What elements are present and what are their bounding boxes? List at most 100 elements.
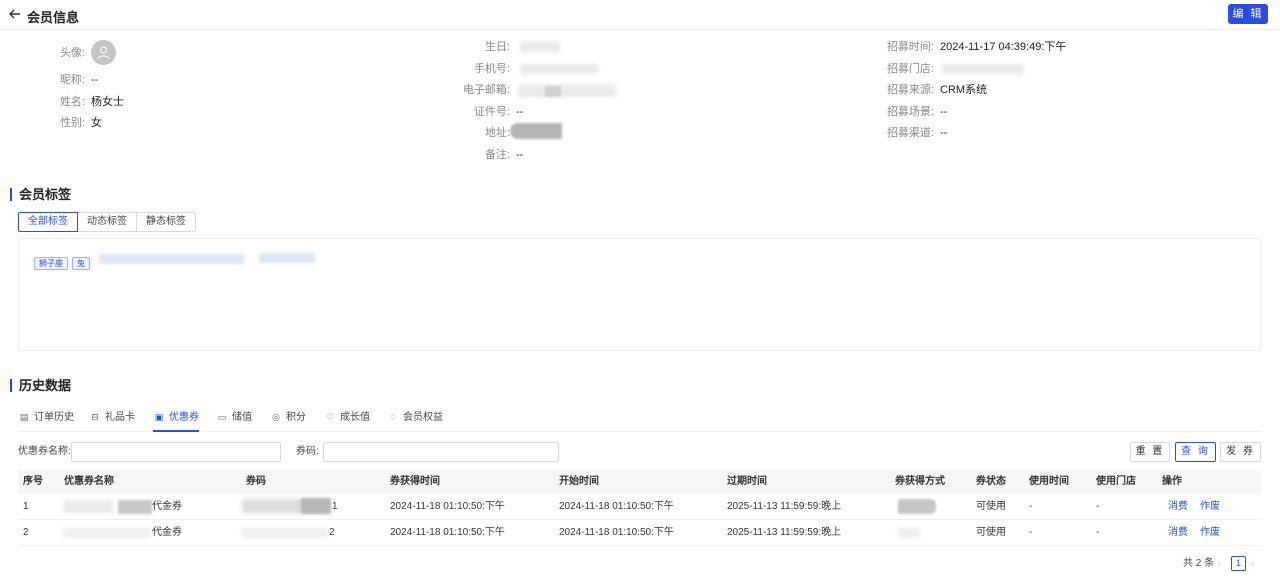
name-value: 杨女士 xyxy=(91,96,124,108)
col-obtain-time: 券获得时间 xyxy=(390,476,440,487)
recruit-channel-field: 招募渠道: -- xyxy=(887,126,948,140)
tab-label: 积分 xyxy=(286,412,306,423)
avatar xyxy=(91,40,116,65)
email-label: 电子邮箱: xyxy=(462,84,510,96)
tag-list-panel: 狮子座 兔 xyxy=(18,238,1261,351)
start-time: 2024-11-18 01:10:50:下午 xyxy=(559,527,674,538)
benefit-icon: ♢ xyxy=(388,412,398,422)
recruit-store-label: 招募门店: xyxy=(886,63,934,75)
obtain-time: 2024-11-18 01:10:50:下午 xyxy=(390,501,505,512)
query-button[interactable]: 查 询 xyxy=(1175,442,1216,462)
points-icon: ◎ xyxy=(272,412,280,422)
col-expire-time: 过期时间 xyxy=(727,476,767,487)
tags-section-title: 会员标签 xyxy=(10,188,71,201)
coupon-icon: ▣ xyxy=(154,412,164,422)
tab-label: 优惠券 xyxy=(169,412,199,423)
tab-dynamic-tags[interactable]: 动态标签 xyxy=(77,212,137,232)
tag-tabs: 全部标签 动态标签 静态标签 xyxy=(18,212,196,232)
col-start-time: 开始时间 xyxy=(559,476,599,487)
coupon-code-input[interactable] xyxy=(323,442,559,462)
wallet-icon: ▭ xyxy=(217,412,227,422)
use-store: - xyxy=(1096,527,1100,538)
history-section-title: 历史数据 xyxy=(10,379,71,392)
id-number-value: -- xyxy=(516,106,524,118)
phone-label: 手机号: xyxy=(473,63,510,75)
pager-page-1[interactable]: 1 xyxy=(1231,556,1246,571)
tab-label: 订单历史 xyxy=(34,412,74,423)
redacted-code xyxy=(301,498,331,514)
redacted-code xyxy=(242,528,328,538)
expire-time: 2025-11-13 11:59:59:晚上 xyxy=(727,527,842,538)
gift-icon: ⊟ xyxy=(91,412,99,422)
remark-field: 备注: -- xyxy=(485,148,523,162)
tag-chip: 兔 xyxy=(72,257,90,270)
redacted-email-block xyxy=(545,86,561,97)
col-status: 券状态 xyxy=(976,476,1006,487)
redacted-tags xyxy=(259,253,315,263)
remark-label: 备注: xyxy=(484,149,510,161)
void-link[interactable]: 作废 xyxy=(1200,494,1220,520)
recruit-source-field: 招募来源: CRM系统 xyxy=(887,83,987,97)
tab-member-benefits[interactable]: ♢ 会员权益 xyxy=(387,408,443,432)
recruit-time-field: 招募时间: 2024-11-17 04:39:49:下午 xyxy=(887,40,1066,54)
col-actions: 操作 xyxy=(1162,476,1182,487)
row-no: 1 xyxy=(23,501,29,512)
redacted-phone xyxy=(520,64,598,74)
tab-label: 成长值 xyxy=(340,412,370,423)
start-time: 2024-11-18 01:10:50:下午 xyxy=(559,501,674,512)
coupon-code: 1 xyxy=(332,501,338,512)
reset-button[interactable]: 重 置 xyxy=(1130,442,1170,462)
recruit-scene-label: 招募场景: xyxy=(886,106,934,118)
tab-order-history[interactable]: ▤ 订单历史 xyxy=(18,408,74,432)
tab-label: 会员权益 xyxy=(403,412,443,423)
table-header: 序号 优惠券名称 券码 券获得时间 开始时间 过期时间 券获得方式 券状态 使用… xyxy=(18,470,1261,494)
tab-gift-card[interactable]: ⊟ 礼品卡 xyxy=(89,408,135,432)
tab-coupon[interactable]: ▣ 优惠券 xyxy=(153,408,199,432)
tab-static-tags[interactable]: 静态标签 xyxy=(136,212,196,232)
tab-label: 礼品卡 xyxy=(105,412,135,423)
col-use-time: 使用时间 xyxy=(1029,476,1069,487)
recruit-source-label: 招募来源: xyxy=(886,84,934,96)
pager-prev-icon[interactable]: ‹ xyxy=(1218,557,1221,571)
nickname-field: 昵称: -- xyxy=(60,73,98,87)
redacted-method xyxy=(898,499,936,514)
table-row: 1 代金券 1 2024-11-18 01:10:50:下午 2024-11-1… xyxy=(18,494,1261,520)
consume-link[interactable]: 消费 xyxy=(1168,520,1188,546)
redacted-email xyxy=(518,85,616,97)
recruit-channel-value: -- xyxy=(940,127,948,139)
history-tabs: ▤ 订单历史 ⊟ 礼品卡 ▣ 优惠券 ▭ 储值 ◎ 积分 ♡ 成长值 ♢ 会员权益 xyxy=(18,408,1261,432)
back-arrow-icon[interactable] xyxy=(8,7,22,21)
recruit-time-label: 招募时间: xyxy=(886,41,934,53)
tab-label: 储值 xyxy=(232,412,252,423)
pager-next-icon[interactable]: › xyxy=(1251,557,1254,571)
coupon-code: 2 xyxy=(329,527,335,538)
recruit-scene-field: 招募场景: -- xyxy=(887,105,948,119)
redacted-birthday xyxy=(520,42,560,52)
redacted-tags xyxy=(99,254,244,264)
user-icon xyxy=(97,46,110,60)
edit-button[interactable]: 编 辑 xyxy=(1228,4,1268,24)
redacted-name xyxy=(118,500,152,514)
coupon-name-input[interactable] xyxy=(71,442,281,462)
coupon-status: 可使用 xyxy=(976,527,1006,538)
use-time: - xyxy=(1029,527,1033,538)
redacted-name xyxy=(63,528,151,538)
id-number-label: 证件号: xyxy=(473,106,510,118)
row-no: 2 xyxy=(23,527,29,538)
birthday-label: 生日: xyxy=(484,41,510,53)
tab-growth[interactable]: ♡ 成长值 xyxy=(324,408,370,432)
col-coupon-name: 优惠券名称 xyxy=(64,476,114,487)
void-link[interactable]: 作废 xyxy=(1200,520,1220,546)
tab-points[interactable]: ◎ 积分 xyxy=(270,408,306,432)
issue-coupon-button[interactable]: 发 券 xyxy=(1220,442,1261,462)
page-title: 会员信息 xyxy=(27,10,80,25)
redacted-method xyxy=(898,528,920,538)
page-header: 会员信息 编 辑 xyxy=(0,0,1280,30)
table-row: 2 代金券 2 2024-11-18 01:10:50:下午 2024-11-1… xyxy=(18,520,1261,546)
tab-all-tags[interactable]: 全部标签 xyxy=(18,212,78,232)
recruit-scene-value: -- xyxy=(940,106,948,118)
consume-link[interactable]: 消费 xyxy=(1168,494,1188,520)
growth-icon: ♡ xyxy=(325,412,335,422)
tag-chip: 狮子座 xyxy=(34,257,68,270)
tab-stored-value[interactable]: ▭ 储值 xyxy=(216,408,252,432)
